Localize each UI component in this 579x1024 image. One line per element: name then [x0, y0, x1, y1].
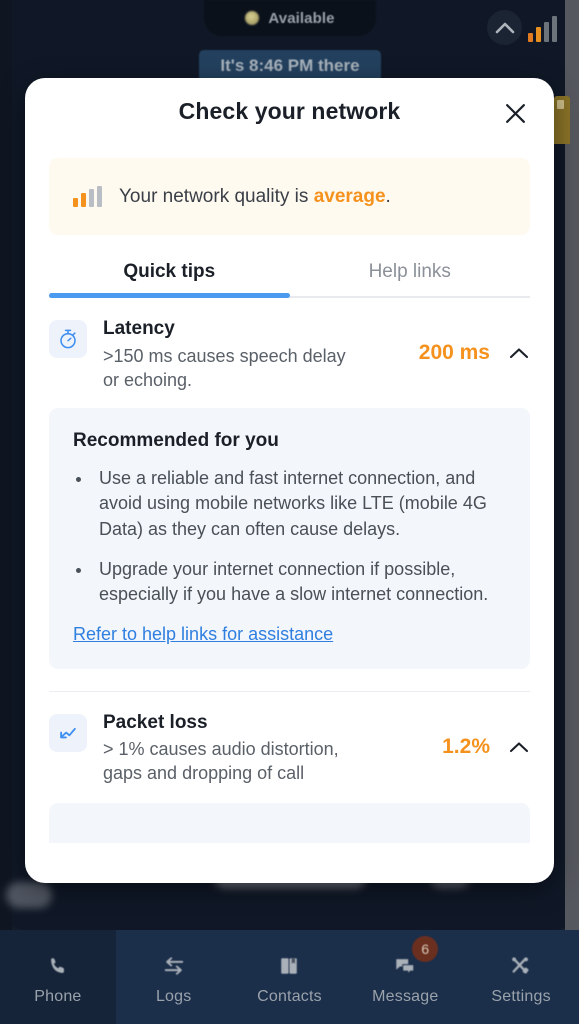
tab-help-links[interactable]: Help links [290, 261, 531, 298]
network-quality-banner: Your network quality is average. [49, 158, 530, 235]
local-time-text: It's 8:46 PM there [220, 56, 360, 75]
close-icon [505, 103, 525, 123]
nav-label: Settings [491, 987, 551, 1005]
background-card-sliver [554, 96, 570, 144]
tools-icon [507, 953, 535, 979]
page-title: Check your network [178, 97, 401, 124]
recommendation-panel-partial [49, 803, 530, 844]
help-links-link[interactable]: Refer to help links for assistance [73, 624, 333, 645]
banner-suffix: . [385, 185, 391, 207]
chevron-up-icon [509, 348, 529, 358]
presence-dot-icon [245, 11, 260, 25]
check-network-dialog: Check your network Your network quality … [25, 78, 554, 883]
chevron-up-icon [509, 741, 529, 752]
nav-label: Logs [155, 987, 192, 1005]
nav-label: Phone [34, 987, 82, 1005]
network-quality-text: Your network quality is average. [119, 186, 391, 208]
left-edge-strip [0, 0, 12, 930]
metric-text-latency: Latency >150 ms causes speech delay or e… [103, 316, 403, 392]
metric-text-packet-loss: Packet loss > 1% causes audio distortion… [103, 710, 426, 786]
metric-right-latency: 200 ms [419, 341, 530, 367]
blurred-side-control [6, 882, 52, 908]
metric-description: >150 ms causes speech delay or echoing. [103, 345, 346, 390]
signal-bars-icon [73, 186, 102, 207]
tab-active-indicator [49, 293, 290, 298]
list-item: Upgrade your internet connection if poss… [93, 557, 506, 608]
chevron-up-icon [495, 22, 514, 34]
metric-description: > 1% causes audio distortion, gaps and d… [103, 739, 339, 784]
nav-item-message[interactable]: 6 Message [347, 930, 464, 1024]
metric-title: Packet loss [103, 711, 208, 733]
metric-value: 1.2% [442, 734, 490, 758]
presence-status-label: Available [268, 9, 335, 27]
metric-collapse-toggle[interactable] [508, 342, 530, 364]
metric-collapse-toggle[interactable] [508, 736, 530, 758]
nav-item-logs[interactable]: Logs [115, 930, 232, 1024]
status-badge: average [313, 185, 386, 207]
transfer-icon [160, 953, 188, 979]
metric-title: Latency [103, 318, 175, 339]
recommendation-list: Use a reliable and fast internet connect… [93, 466, 506, 608]
nav-item-contacts[interactable]: Contacts [231, 930, 348, 1024]
presence-pill: Available [204, 0, 376, 36]
nav-label: Contacts [257, 987, 322, 1005]
metric-row-packet-loss[interactable]: Packet loss > 1% causes audio distortion… [25, 692, 554, 786]
metric-value: 200 ms [418, 340, 490, 364]
dialog-header: Check your network [25, 78, 554, 144]
trend-down-icon [49, 713, 87, 752]
banner-prefix: Your network quality is [119, 185, 314, 207]
recommendation-title: Recommended for you [73, 429, 279, 451]
nav-item-settings[interactable]: Settings [463, 930, 579, 1024]
bottom-navigation: Phone Logs Contacts 6 Message Settings [0, 930, 579, 1024]
phone-icon [44, 953, 72, 979]
metric-right-packet-loss: 1.2% [442, 735, 530, 761]
nav-label: Message [372, 987, 439, 1005]
metric-row-latency[interactable]: Latency >150 ms causes speech delay or e… [25, 298, 554, 392]
nav-item-phone[interactable]: Phone [0, 930, 116, 1024]
recommendation-panel: Recommended for you Use a reliable and f… [49, 407, 530, 669]
close-button[interactable] [498, 96, 532, 130]
book-icon [275, 953, 303, 979]
list-item: Use a reliable and fast internet connect… [93, 466, 506, 543]
stopwatch-icon [49, 320, 87, 358]
message-badge: 6 [412, 936, 439, 962]
collapse-button[interactable] [487, 10, 522, 45]
tab-bar: Quick tips Help links [49, 261, 530, 298]
signal-bars-icon [528, 16, 562, 42]
